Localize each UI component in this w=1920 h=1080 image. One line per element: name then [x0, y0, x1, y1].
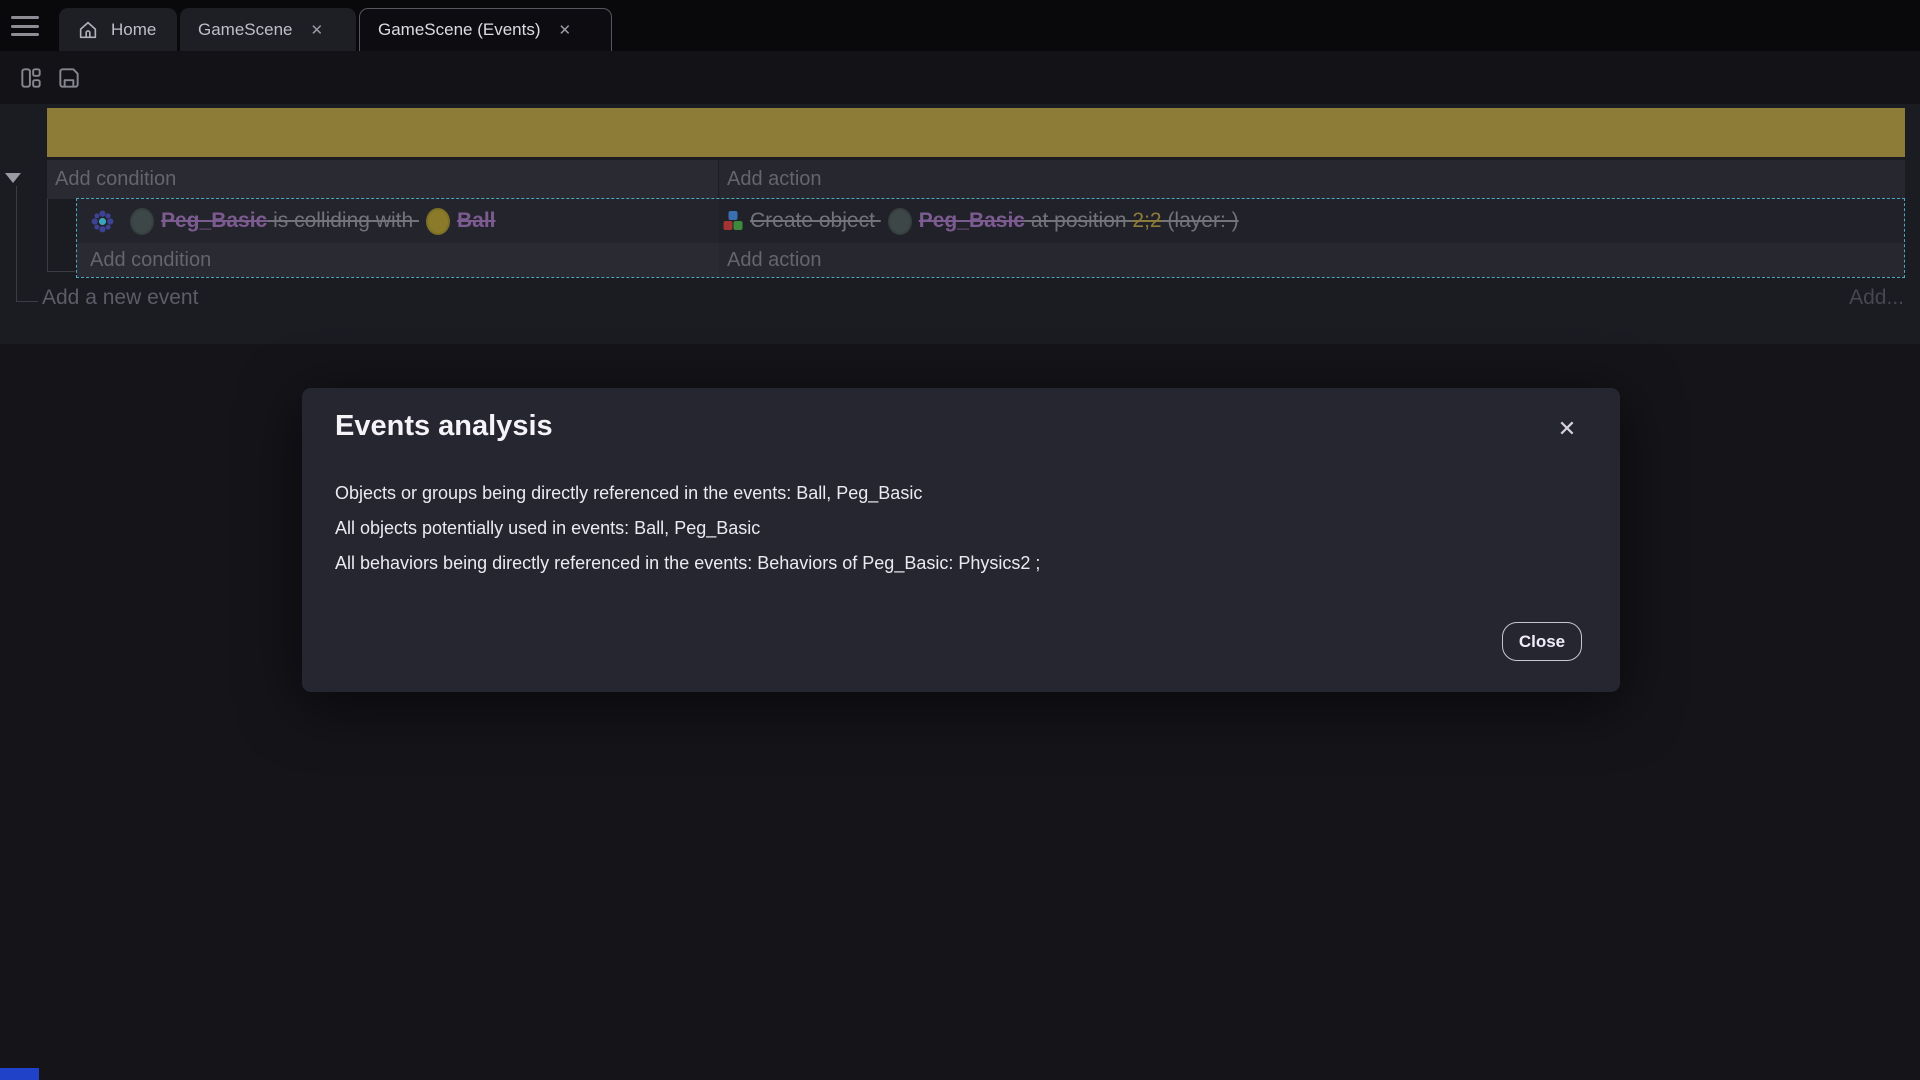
tab-gamescene-events[interactable]: GameScene (Events) ✕	[359, 8, 612, 51]
condition-text: is colliding with	[267, 209, 419, 233]
peg-basic-object-icon	[130, 208, 154, 235]
events-analysis-dialog: Events analysis ✕ Objects or groups bein…	[302, 388, 1620, 692]
home-icon	[77, 19, 99, 41]
dialog-body: Objects or groups being directly referen…	[335, 476, 1040, 581]
tree-line	[47, 271, 75, 272]
analysis-line-objects-used: All objects potentially used in events: …	[335, 511, 1040, 546]
add-more-link[interactable]: Add...	[1849, 286, 1904, 310]
event-condition[interactable]: Peg_Basic is colliding with Ball	[77, 199, 719, 243]
add-condition-label: Add condition	[90, 249, 211, 272]
tab-gamescene[interactable]: GameScene ✕	[180, 8, 356, 51]
add-action-link[interactable]: Add action	[719, 160, 1905, 199]
ball-object-icon	[426, 208, 450, 235]
close-icon[interactable]: ✕	[1554, 416, 1580, 442]
add-condition-link[interactable]: Add condition	[47, 160, 718, 199]
peg-basic-object-icon	[888, 208, 912, 235]
selected-subevent[interactable]: Peg_Basic is colliding with Ball Create …	[76, 198, 1905, 278]
add-new-event-link[interactable]: Add a new event	[42, 286, 198, 310]
save-icon[interactable]	[52, 63, 86, 93]
add-condition-label: Add condition	[55, 168, 176, 191]
tab-label: GameScene (Events)	[378, 20, 541, 40]
create-object-icon	[722, 209, 744, 233]
tree-line	[47, 196, 48, 272]
event-action[interactable]: Create object Peg_Basic at position 2;2 …	[719, 199, 1904, 243]
action-position-value: 2;2	[1132, 209, 1161, 233]
condition-object-name: Ball	[457, 209, 496, 233]
action-text: Create object	[750, 209, 881, 233]
collision-icon	[90, 209, 115, 234]
close-icon[interactable]: ✕	[311, 21, 324, 39]
events-toolbar: Preview Publish	[0, 51, 1920, 104]
tab-bar: Home GameScene ✕ GameScene (Events) ✕	[0, 0, 1920, 51]
add-action-label: Add action	[727, 249, 822, 272]
add-action-label: Add action	[727, 168, 822, 191]
tree-line	[16, 186, 17, 302]
add-action-link[interactable]: Add action	[719, 243, 1904, 277]
event-add-links-row: Add condition Add action	[77, 243, 1904, 277]
bottom-left-blue-strip	[0, 1068, 39, 1080]
condition-object-name: Peg_Basic	[161, 209, 267, 233]
tab-label: Home	[111, 20, 156, 40]
panels-icon[interactable]	[14, 63, 48, 93]
analysis-line-behaviors: All behaviors being directly referenced …	[335, 546, 1040, 581]
action-text: (layer: )	[1162, 209, 1239, 233]
close-icon[interactable]: ✕	[559, 21, 572, 39]
dialog-title: Events analysis	[335, 410, 553, 443]
close-button[interactable]: Close	[1502, 622, 1582, 661]
action-text: at position	[1025, 209, 1132, 233]
action-object-name: Peg_Basic	[919, 209, 1025, 233]
gdevelop-app: Home GameScene ✕ GameScene (Events) ✕ Pr…	[0, 0, 1920, 1080]
tab-home[interactable]: Home	[59, 8, 177, 51]
hamburger-menu-icon[interactable]	[10, 14, 40, 38]
analysis-line-objects-referenced: Objects or groups being directly referen…	[335, 476, 1040, 511]
events-sheet: Add condition Add action Peg_Basic is co…	[0, 104, 1920, 344]
selected-event-highlight[interactable]	[47, 108, 1905, 157]
event-row: Peg_Basic is colliding with Ball Create …	[77, 199, 1904, 243]
tab-label: GameScene	[198, 20, 293, 40]
add-condition-link[interactable]: Add condition	[77, 243, 719, 277]
tree-line	[16, 301, 38, 302]
collapse-event-icon[interactable]	[5, 173, 21, 183]
